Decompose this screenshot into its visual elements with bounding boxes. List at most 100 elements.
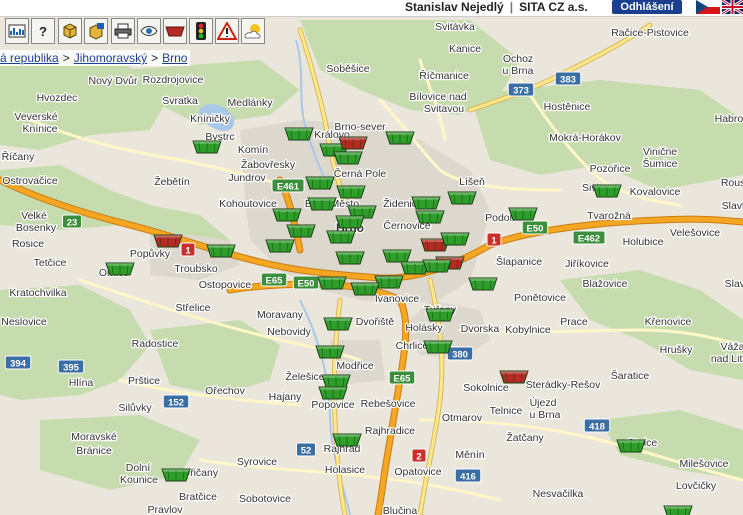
road-shield: 1: [486, 232, 502, 247]
place-label: Svratka: [162, 95, 198, 107]
container-ok-marker[interactable]: [326, 230, 356, 244]
container-ok-marker[interactable]: [315, 345, 345, 359]
place-label: Nový Dvůr: [88, 75, 138, 87]
eye-icon[interactable]: [137, 18, 161, 44]
place-label: Habrovany: [715, 113, 743, 125]
user-separator: |: [509, 0, 514, 14]
container-ok-marker[interactable]: [206, 244, 236, 258]
place-label: Svitavou: [424, 103, 464, 115]
container-ok-marker[interactable]: [592, 184, 622, 198]
container-ok-marker[interactable]: [336, 185, 366, 199]
weather-icon[interactable]: [241, 18, 265, 44]
place-label: Ponětovice: [514, 292, 566, 304]
place-label: Moravské: [71, 431, 117, 443]
road-shield-label: E461: [277, 182, 300, 193]
container-ok-marker[interactable]: [265, 239, 295, 253]
logout-button[interactable]: Odhlášení: [612, 0, 682, 14]
container-ok-marker[interactable]: [382, 249, 412, 263]
place-label: Telnice: [490, 405, 523, 417]
container-ok-marker[interactable]: [374, 275, 404, 289]
container-ok-marker[interactable]: [307, 197, 337, 211]
place-label: Žatčany: [506, 431, 544, 444]
place-label: Kovalovice: [630, 186, 681, 198]
container-ok-marker[interactable]: [192, 140, 222, 154]
traffic-light-icon[interactable]: [189, 18, 213, 44]
container-list-icon[interactable]: [84, 18, 108, 44]
road-shield: E65: [388, 370, 416, 385]
place-label: Kanice: [449, 43, 481, 55]
place-label: Sterádky-Rešov: [526, 379, 601, 391]
road-shield-label: E462: [578, 234, 600, 245]
container-ok-marker[interactable]: [616, 439, 646, 453]
container-red-icon[interactable]: [163, 18, 187, 44]
container-ok-marker[interactable]: [335, 251, 365, 265]
printer-icon[interactable]: [111, 18, 135, 44]
help-icon[interactable]: ?: [31, 18, 55, 44]
breadcrumb-city[interactable]: Brno: [162, 51, 187, 65]
container-alert-marker[interactable]: [499, 370, 529, 384]
place-label: Rosice: [12, 238, 44, 250]
container-ok-marker[interactable]: [286, 224, 316, 238]
container-ok-marker[interactable]: [318, 386, 348, 400]
place-label: Říčmanice: [419, 69, 469, 82]
container-ok-marker[interactable]: [422, 259, 452, 273]
top-bar: Stanislav Nejedlý | SITA CZ a.s. Odhlášení: [0, 0, 743, 17]
english-flag-icon[interactable]: [722, 0, 743, 14]
container-ok-marker[interactable]: [335, 215, 365, 229]
help-glyph: ?: [39, 23, 47, 39]
place-label: Rajhradice: [365, 425, 415, 437]
container-ok-marker[interactable]: [317, 276, 347, 290]
map-canvas[interactable]: SvitávkaKaniceOchozu BrnaRačice-Pistovic…: [0, 0, 743, 515]
place-label: Šumice: [642, 157, 677, 170]
container-ok-marker[interactable]: [321, 374, 351, 388]
container-ok-marker[interactable]: [468, 277, 498, 291]
place-label: Knínice: [22, 123, 57, 135]
container-ok-marker[interactable]: [161, 468, 191, 482]
road-shield-label: 416: [460, 472, 476, 483]
road-shield-label: 23: [67, 218, 78, 229]
road-shield: 416: [454, 468, 482, 483]
container-ok-marker[interactable]: [332, 433, 362, 447]
place-label: Želešice: [285, 370, 324, 383]
place-label: Tvarožná: [587, 210, 631, 222]
container-ok-marker[interactable]: [425, 308, 455, 322]
container-ok-marker[interactable]: [272, 208, 302, 222]
road-shield-label: 1: [185, 246, 191, 257]
container-ok-marker[interactable]: [284, 127, 314, 141]
container-ok-marker[interactable]: [663, 505, 693, 515]
report-icon[interactable]: [5, 18, 29, 44]
container-ok-marker[interactable]: [508, 207, 538, 221]
breadcrumb-country[interactable]: á republika: [0, 51, 59, 65]
container-ok-marker[interactable]: [411, 196, 441, 210]
place-label: Kounice: [120, 474, 158, 486]
container-ok-marker[interactable]: [333, 151, 363, 165]
container-ok-marker[interactable]: [415, 210, 445, 224]
container-ok-marker[interactable]: [385, 131, 415, 145]
breadcrumb: á republika > Jihomoravský > Brno: [0, 50, 191, 66]
place-label: Soběšice: [326, 63, 369, 75]
container-alert-marker[interactable]: [338, 136, 368, 150]
place-label: Chrlice: [396, 340, 429, 352]
container-ok-marker[interactable]: [323, 317, 353, 331]
place-label: Pozořice: [590, 163, 631, 175]
container-ok-marker[interactable]: [423, 340, 453, 354]
container-alert-marker[interactable]: [153, 234, 183, 248]
container-ok-marker[interactable]: [305, 176, 335, 190]
container-ok-marker[interactable]: [350, 282, 380, 296]
container-ok-marker[interactable]: [440, 232, 470, 246]
container-ok-marker[interactable]: [105, 262, 135, 276]
czech-flag-icon[interactable]: [696, 0, 720, 14]
place-label: Ostopovice: [199, 279, 252, 291]
warning-icon[interactable]: [215, 18, 239, 44]
road-shield-label: E65: [394, 374, 412, 385]
place-label: Brno-sever: [334, 121, 386, 133]
road-shield: 23: [62, 214, 82, 229]
place-label: Bílovice nad: [409, 91, 466, 103]
container-icon[interactable]: [58, 18, 82, 44]
container-ok-marker[interactable]: [447, 191, 477, 205]
place-label: Kobylnice: [505, 324, 551, 336]
place-label: Šlapanice: [496, 255, 542, 268]
place-label: Ivanovice: [375, 293, 420, 305]
breadcrumb-region[interactable]: Jihomoravský: [74, 51, 147, 65]
place-label: Račice-Pistovice: [611, 27, 689, 39]
